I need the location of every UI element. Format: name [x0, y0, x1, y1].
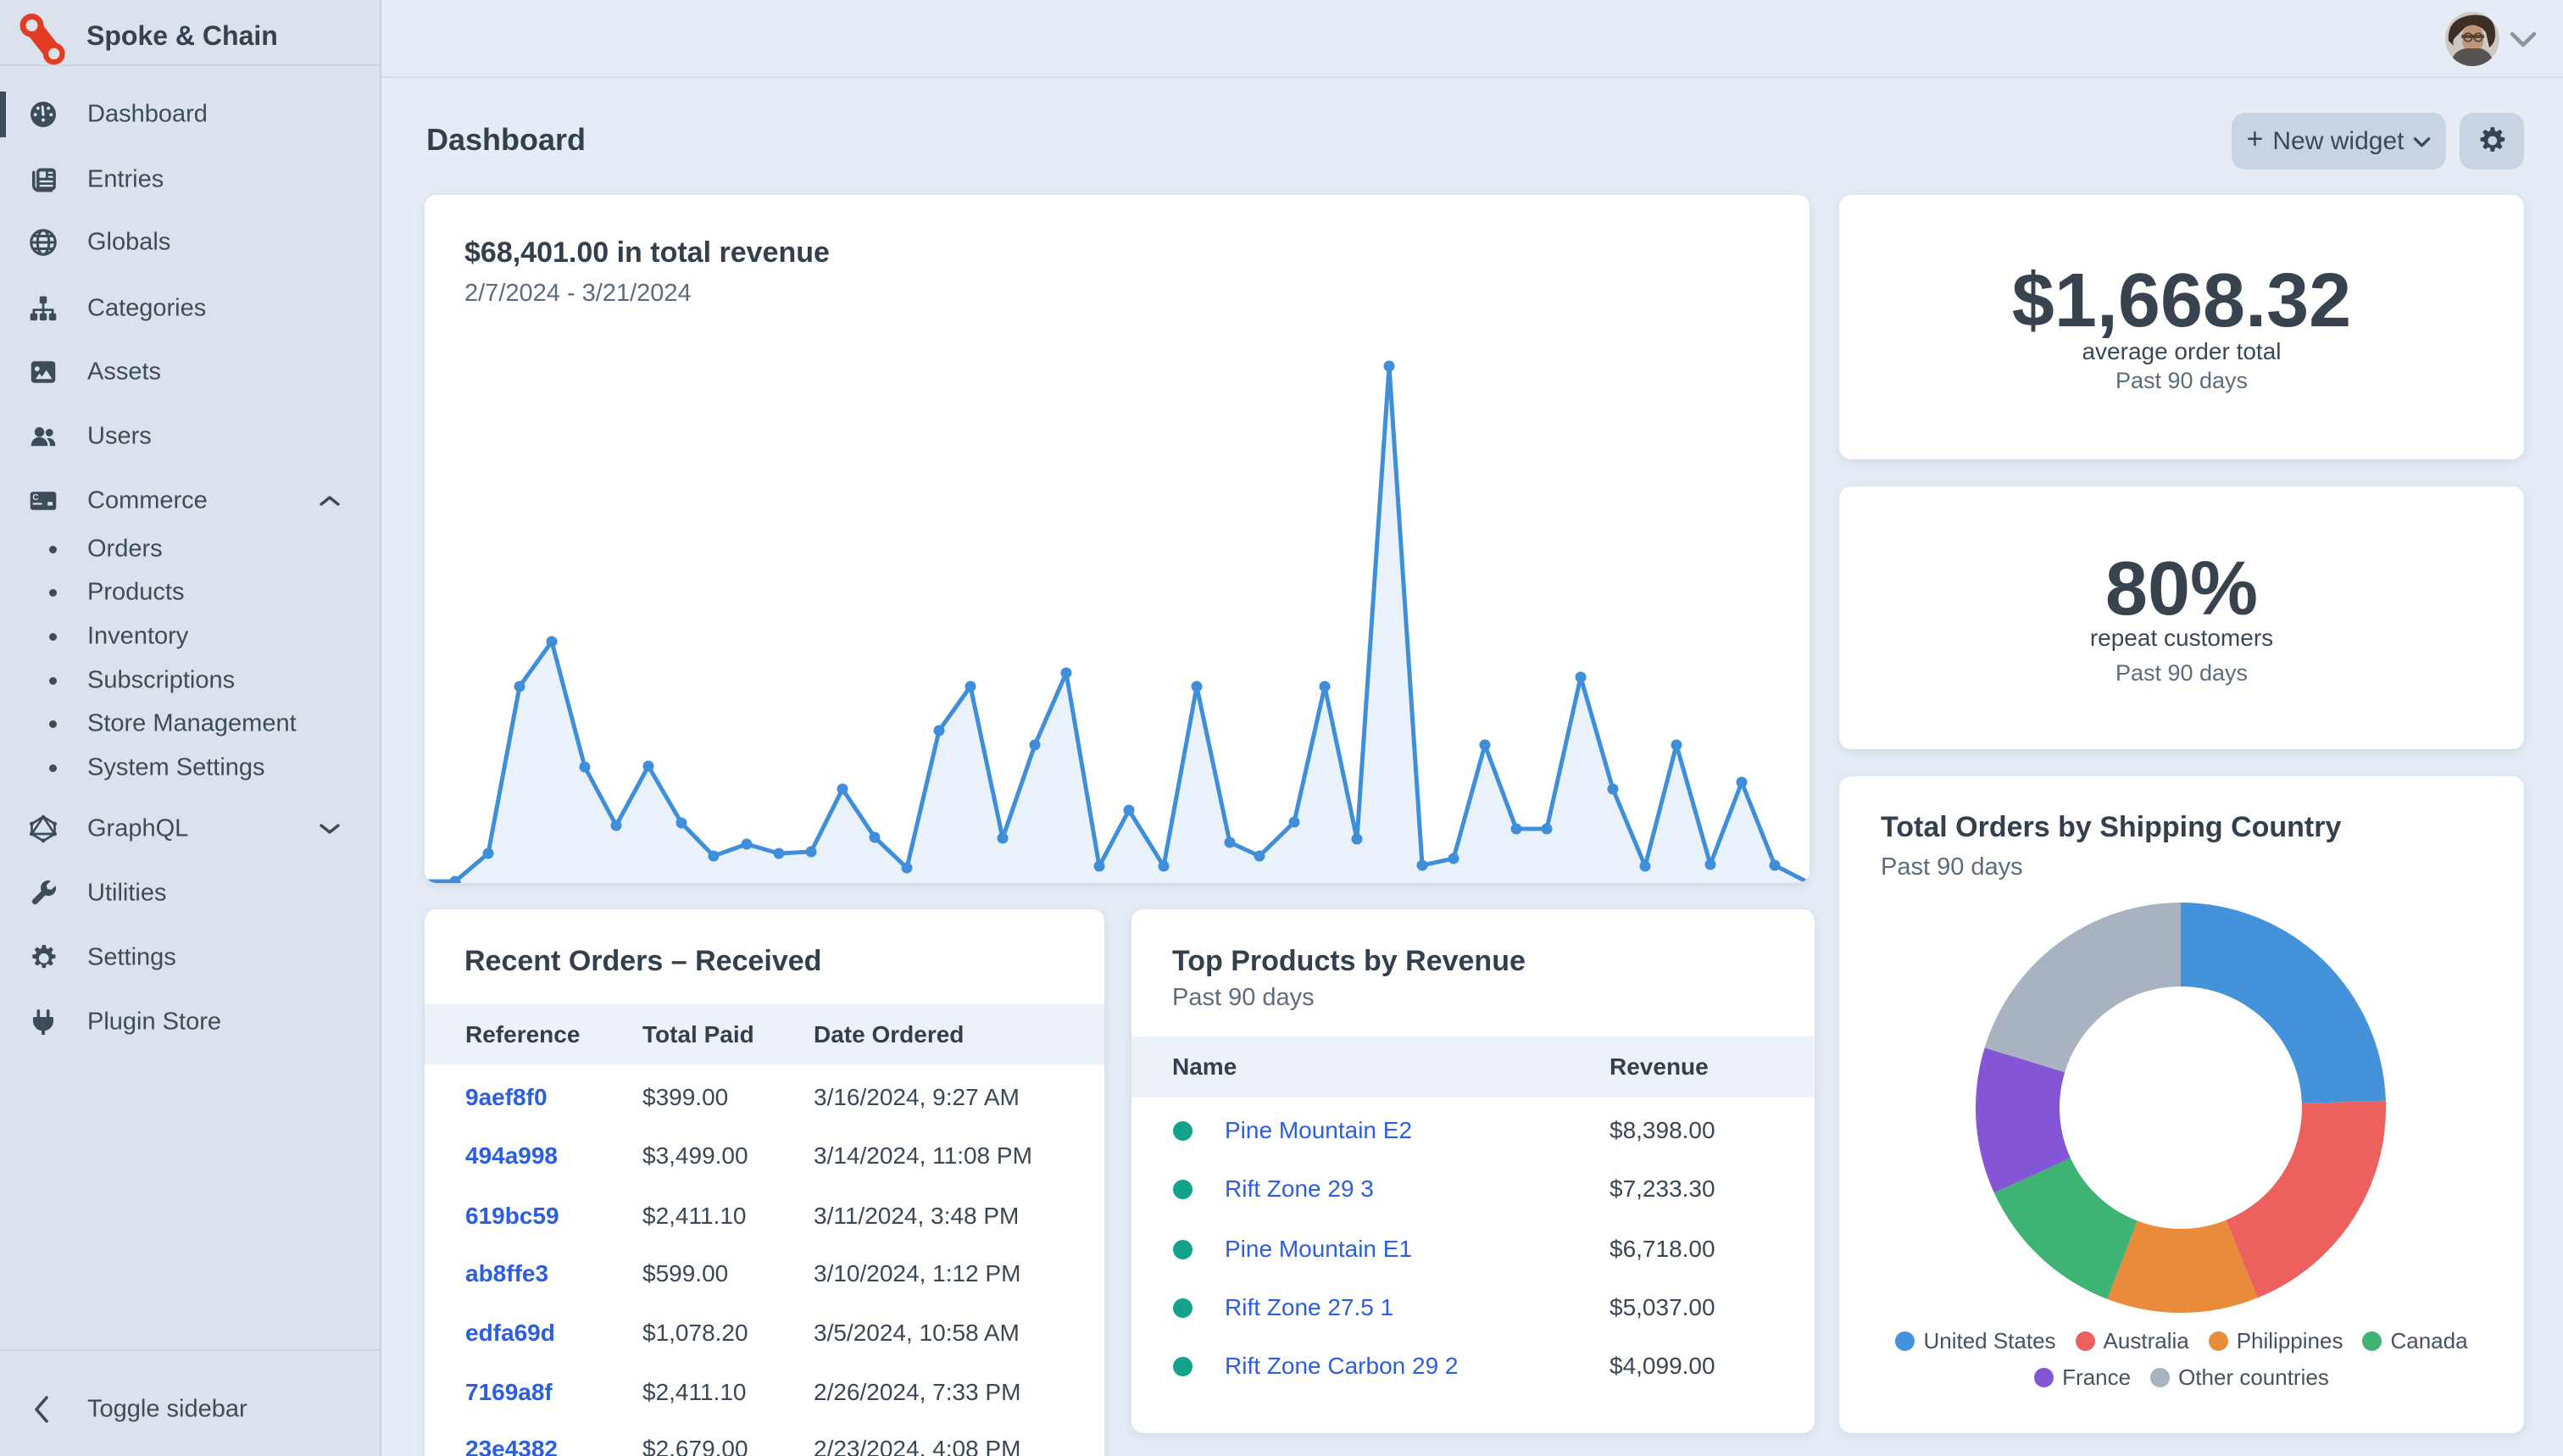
svg-text:C: C: [32, 493, 38, 503]
